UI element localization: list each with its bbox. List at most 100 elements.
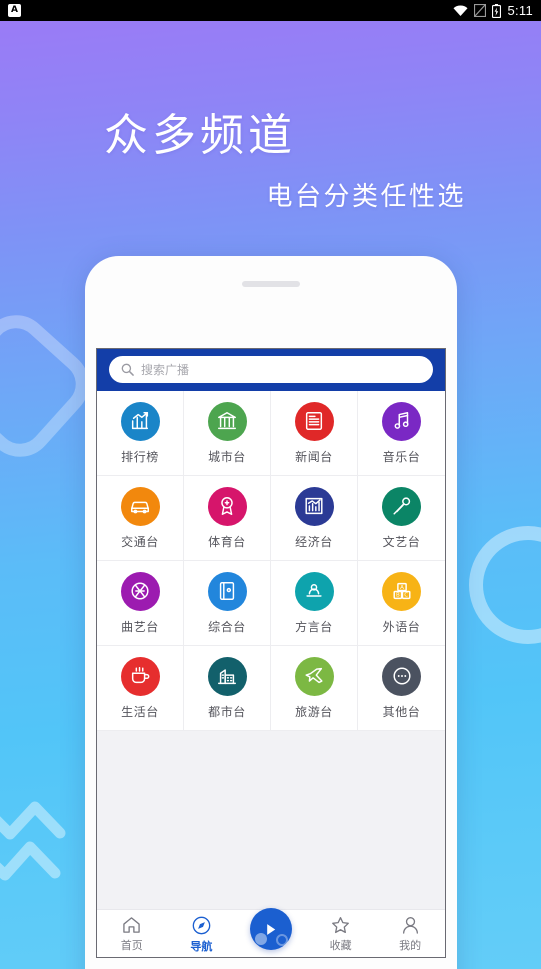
battery-icon [492, 3, 502, 18]
page-subheadline: 电台分类任性选 [266, 182, 466, 212]
search-bar[interactable]: 搜索广播 [109, 356, 433, 383]
tab-navigation[interactable]: 导航 [167, 910, 237, 954]
microphone-icon [392, 497, 410, 515]
promo-page: 众多频道 电台分类任性选 搜索广播 排行榜 城市台 新闻台 音乐台交通台 体育台 经济台 文… [0, 21, 541, 969]
tab-profile-label: 我的 [399, 939, 422, 952]
category-icon-badge [120, 401, 160, 441]
category-grid: 排行榜 城市台 新闻台 音乐台交通台 体育台 经济台 文艺台曲艺台 综合台 方言台 A B C 外语台生… [97, 391, 445, 731]
tab-play[interactable] [236, 908, 306, 950]
search-input[interactable]: 搜索广播 [141, 361, 189, 378]
chart-growth-icon [131, 412, 149, 430]
category-cell-city-skyline[interactable]: 都市台 [184, 646, 271, 731]
category-icon-badge [120, 571, 160, 611]
search-icon [121, 363, 134, 376]
play-icon [267, 923, 276, 935]
status-bar-left: A [8, 4, 21, 17]
signal-off-icon [474, 4, 487, 17]
category-cell-music-note[interactable]: 音乐台 [358, 391, 445, 476]
svg-text:C: C [404, 593, 408, 599]
content-empty-area [97, 731, 445, 909]
newspaper-icon [305, 412, 323, 430]
city-skyline-icon [218, 669, 236, 685]
category-label: 都市台 [208, 704, 246, 719]
category-label: 文艺台 [382, 534, 421, 549]
category-label: 音乐台 [382, 449, 421, 464]
category-cell-car[interactable]: 交通台 [97, 476, 184, 561]
category-cell-bar-chart[interactable]: 经济台 [271, 476, 358, 561]
speaker-person-icon [306, 584, 322, 597]
category-cell-abc-blocks[interactable]: A B C 外语台 [358, 561, 445, 646]
category-icon-badge [382, 656, 421, 696]
page-headline: 众多频道 [104, 110, 296, 161]
app-badge-icon: A [8, 4, 21, 17]
category-icon-badge [294, 656, 334, 696]
category-icon-badge [120, 486, 160, 526]
decorative-ring [469, 526, 541, 644]
search-header: 搜索广播 [97, 349, 445, 391]
category-label: 交通台 [121, 534, 159, 549]
category-icon-badge: ABC [382, 571, 421, 611]
category-icon-badge [207, 656, 247, 696]
category-icon-badge [382, 401, 421, 441]
category-label: 生活台 [121, 704, 159, 719]
category-label: 其他台 [382, 704, 421, 719]
tab-home-label: 首页 [120, 939, 143, 952]
category-icon-badge [294, 486, 334, 526]
category-icon-badge [120, 656, 160, 696]
category-icon-badge [207, 571, 247, 611]
abc-blocks-icon: AB C [392, 582, 411, 600]
compass-icon [192, 916, 211, 935]
app-screenshot: 搜索广播 排行榜 城市台 新闻台 音乐台交通台 体育台 经济台 文艺台曲艺台 综合台 方言台 A B… [96, 348, 446, 958]
category-cell-more-dots[interactable]: 其他台 [358, 646, 445, 731]
category-label: 旅游台 [295, 704, 333, 719]
tab-navigation-label: 导航 [190, 940, 213, 953]
bottom-tab-bar: 首页 导航 收藏 我的 [97, 908, 445, 957]
category-icon-badge [207, 486, 247, 526]
tab-favorites-label: 收藏 [329, 939, 352, 952]
category-cell-airplane[interactable]: 旅游台 [271, 646, 358, 731]
bar-chart-icon [305, 497, 323, 515]
category-label: 方言台 [295, 619, 333, 634]
clock-time: 5:11 [507, 3, 533, 18]
car-icon [131, 501, 149, 514]
person-icon [402, 917, 418, 934]
bank-building-icon [218, 412, 236, 430]
book-icon [219, 582, 235, 600]
status-bar: A 5:11 [0, 0, 541, 21]
category-cell-bank-building[interactable]: 城市台 [184, 391, 271, 476]
category-cell-speaker-person[interactable]: 方言台 [271, 561, 358, 646]
category-cell-opera-mask[interactable]: 曲艺台 [97, 561, 184, 646]
more-dots-icon [392, 667, 411, 685]
opera-mask-icon [131, 582, 149, 600]
home-icon [123, 917, 141, 933]
category-cell-coffee-cup[interactable]: 生活台 [97, 646, 184, 731]
svg-text:B: B [395, 593, 399, 599]
coffee-cup-icon [131, 667, 150, 684]
status-bar-right: 5:11 [453, 3, 533, 18]
category-cell-newspaper[interactable]: 新闻台 [271, 391, 358, 476]
category-label: 排行榜 [121, 449, 159, 464]
play-button[interactable] [249, 908, 292, 950]
tab-home[interactable]: 首页 [97, 910, 167, 953]
category-label: 外语台 [382, 619, 421, 634]
category-label: 城市台 [208, 449, 246, 464]
category-cell-microphone[interactable]: 文艺台 [358, 476, 445, 561]
category-cell-chart-growth[interactable]: 排行榜 [97, 391, 184, 476]
category-cell-medal[interactable]: 体育台 [184, 476, 271, 561]
category-label: 综合台 [208, 619, 246, 634]
tab-favorites[interactable]: 收藏 [306, 910, 376, 953]
phone-speaker-grill [242, 281, 300, 287]
category-icon-badge [207, 401, 247, 441]
svg-text:A: A [400, 585, 404, 591]
category-label: 体育台 [208, 534, 246, 549]
category-icon-badge [294, 571, 334, 611]
phone-mockup: 搜索广播 排行榜 城市台 新闻台 音乐台交通台 体育台 经济台 文艺台曲艺台 综合台 方言台 A B… [85, 256, 457, 969]
airplane-icon [305, 667, 323, 684]
star-icon [332, 917, 350, 934]
tab-profile[interactable]: 我的 [375, 910, 445, 953]
category-cell-book[interactable]: 综合台 [184, 561, 271, 646]
category-icon-badge [382, 486, 421, 526]
medal-icon [221, 497, 233, 515]
category-label: 经济台 [295, 534, 333, 549]
wifi-icon [453, 4, 468, 16]
